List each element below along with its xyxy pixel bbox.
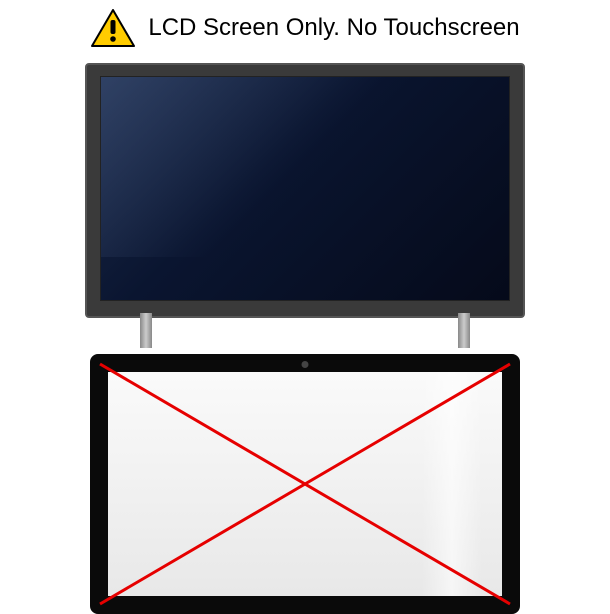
header-text: LCD Screen Only. No Touchscreen <box>148 14 519 42</box>
header: LCD Screen Only. No Touchscreen <box>90 8 519 48</box>
camera-dot-icon <box>302 361 309 368</box>
touchscreen-glass <box>108 372 502 596</box>
lcd-screen-image <box>80 63 530 329</box>
lcd-bracket-left <box>140 313 152 348</box>
lcd-bracket-right <box>458 313 470 348</box>
lcd-reflection <box>101 77 401 257</box>
lcd-display <box>100 76 510 301</box>
touchscreen-image <box>90 354 520 610</box>
warning-triangle-icon <box>90 8 136 48</box>
touchscreen-frame <box>90 354 520 614</box>
touchscreen-reflection <box>422 372 482 596</box>
